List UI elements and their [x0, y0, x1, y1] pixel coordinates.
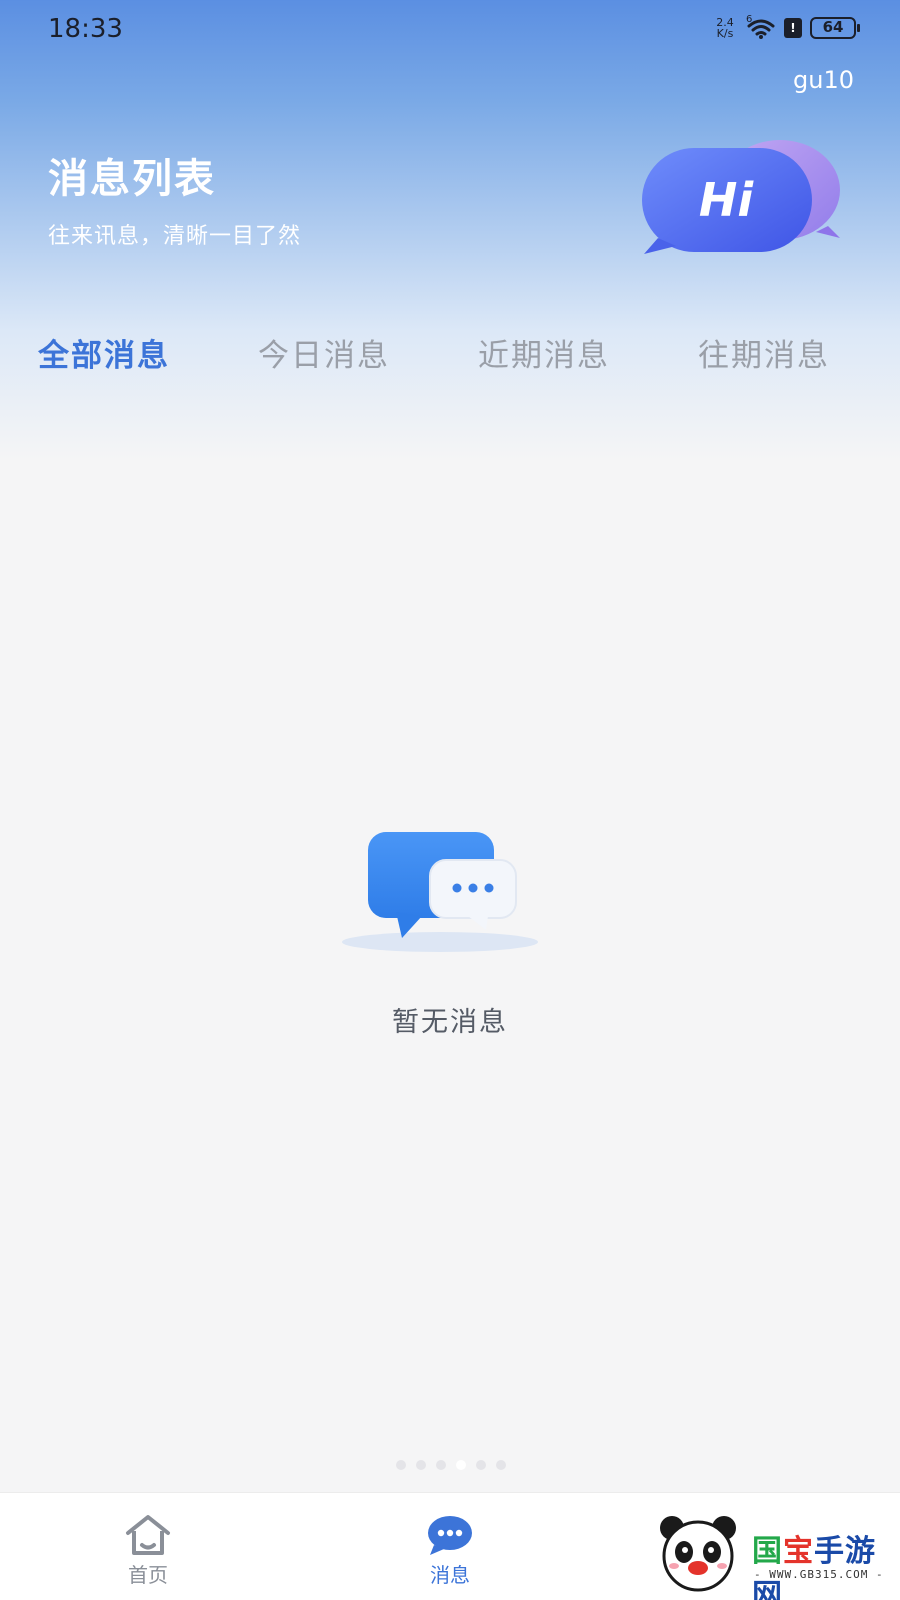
page-dot: [496, 1460, 506, 1470]
tab-past-messages[interactable]: 往期消息: [698, 330, 830, 375]
network-speed: 2.4 K/s: [716, 16, 734, 40]
message-tabs: 全部消息 今日消息 近期消息 往期消息: [0, 318, 900, 388]
wifi-label: 6: [746, 14, 753, 25]
watermark-logo: 国宝手游网 - WWW.GB315.COM -: [648, 1506, 888, 1600]
battery-icon: 64: [810, 17, 860, 39]
watermark-brand: 国宝手游网: [752, 1534, 876, 1600]
tab-today-messages[interactable]: 今日消息: [258, 330, 390, 375]
page-dot-active: [456, 1460, 466, 1470]
hi-bubble-icon: Hi: [640, 130, 850, 270]
page-subtitle: 往来讯息，清晰一目了然: [48, 224, 302, 249]
empty-message: 暂无消息: [392, 1007, 508, 1038]
nav-home-label: 首页: [128, 1563, 168, 1587]
home-icon: [122, 1513, 174, 1557]
tab-all-messages[interactable]: 全部消息: [38, 330, 170, 375]
nav-messages-label: 消息: [430, 1563, 470, 1587]
nav-messages[interactable]: 消息: [370, 1493, 530, 1600]
page-dot: [476, 1460, 486, 1470]
panda-icon: [660, 1516, 736, 1592]
page-dot: [436, 1460, 446, 1470]
watermark-url: - WWW.GB315.COM -: [754, 1568, 884, 1581]
page-indicator: [396, 1460, 506, 1470]
status-bar: 18:33 2.4 K/s 6 ! 64: [0, 0, 900, 60]
chat-bubbles-icon: [340, 820, 550, 970]
message-icon: [424, 1513, 476, 1557]
hi-badge-text: Hi: [699, 173, 754, 227]
user-name[interactable]: gu10: [793, 66, 854, 94]
tab-recent-messages[interactable]: 近期消息: [478, 330, 610, 375]
nav-home[interactable]: 首页: [68, 1493, 228, 1600]
page-dot: [416, 1460, 426, 1470]
sim-alert-icon: !: [784, 18, 802, 38]
page-title: 消息列表: [48, 156, 216, 202]
wifi-icon: 6: [746, 14, 776, 40]
status-icons: 2.4 K/s 6 ! 64: [712, 14, 860, 40]
page-dot: [396, 1460, 406, 1470]
status-time: 18:33: [48, 14, 123, 44]
